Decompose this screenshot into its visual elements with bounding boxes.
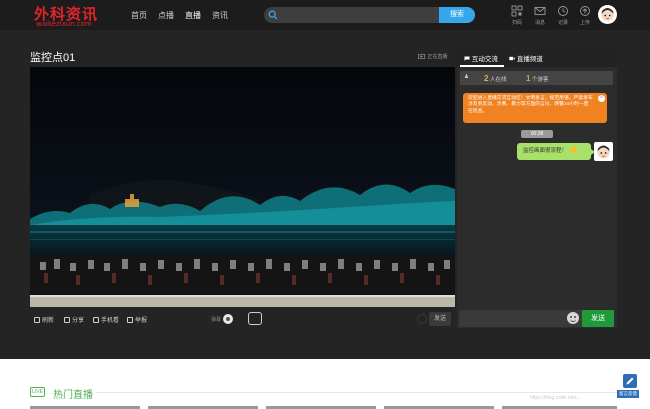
feedback-button[interactable] [623,374,637,388]
message-timestamp: 00:38 [521,130,553,138]
video-camera-icon [509,56,515,61]
mobile-icon [93,317,99,323]
live-status-icon [418,54,426,60]
report-button[interactable]: 举报 [127,315,147,324]
refresh-label: 刷新 [42,318,55,324]
search-icon [268,10,278,20]
header-tool-history[interactable]: 记录 [553,5,573,27]
section-divider [96,392,618,393]
tab-interaction-label: 互动交流 [471,56,498,63]
nav-item-home[interactable]: 首页 [131,10,147,21]
danmu-send-toggle[interactable] [417,314,427,324]
avatar-face-icon [601,8,614,21]
tab-live-channel-label: 直播频道 [516,56,543,63]
danmu-send-button[interactable]: 发送 [429,312,451,326]
chat-tabs: 互动交流 直播频道 [457,49,617,67]
chat-message-bubble: 监控画面很流程！ [517,143,595,160]
ok-emoji-icon [569,146,577,153]
chat-notice: 欢迎进入直播交流互动区！文明发言，规范用语，严禁发布涉及到反动、涉黄、暴力等方面… [463,93,607,123]
share-label: 分享 [72,318,85,324]
nav-item-live[interactable]: 直播 [185,10,201,21]
danmu-toggle[interactable] [223,314,233,324]
viewer-count-value: 1 [526,74,531,83]
live-video-player[interactable] [30,67,455,307]
live-badge-icon: LIVE [30,387,45,397]
search-button[interactable]: 搜索 [439,7,475,23]
avatar-face-icon [597,145,610,159]
chat-message-text: 监控画面很流程！ [523,148,568,154]
room-status: 正在直播 [418,53,447,60]
viewer-count: 1 个游客 [526,74,549,83]
mobile-watch-button[interactable]: 手机看 [93,315,119,324]
share-button[interactable]: 分享 [64,315,84,324]
header-tool-label: 上传 [579,20,590,26]
feedback-label[interactable]: 留言反馈 [617,390,639,398]
site-logo[interactable]: 外科资讯 waikezixun.com [34,3,106,28]
refresh-button[interactable]: 刷新 [34,315,54,324]
viewer-count-label: 个游客 [531,77,549,83]
danmu-label: 弹幕 [211,317,222,323]
mobile-label: 手机看 [101,318,120,324]
emoji-icon[interactable] [567,312,579,324]
report-label: 举报 [135,318,148,324]
chat-send-button[interactable]: 发送 [582,310,614,327]
logo-subtitle: waikezixun.com [36,20,92,28]
share-icon [64,317,70,323]
page-root: 外科资讯 waikezixun.com 首页 点播 直播 资讯 搜索 扫码 消息… [0,0,650,409]
user-count-icon: ♟ [464,74,469,80]
header-tool-label: 扫码 [511,20,522,26]
online-stats: ♟ 2 人在线 1 个游客 [460,71,613,85]
refresh-icon [34,317,40,323]
header-tool-scan[interactable]: 扫码 [507,5,527,27]
player-toolbar: 刷新 分享 手机看 举报 弹幕 发送 [30,310,455,328]
online-count-value: 2 [484,74,489,83]
mail-icon [534,7,546,15]
tab-interaction[interactable]: 互动交流 [464,53,498,63]
chat-panel: 互动交流 直播频道 ♟ 2 人在线 1 个游客 欢迎进入直播交流互动区！文明发言… [457,49,617,328]
nav-item-news[interactable]: 资讯 [212,10,228,21]
hot-live-title: 热门直播 [53,390,93,401]
notice-text: 欢迎进入直播交流互动区！文明发言，规范用语，严禁发布涉及到反动、涉黄、暴力等方面… [468,96,593,114]
chat-bubble-icon [464,56,470,61]
qrcode-icon [511,5,523,17]
report-icon [127,317,133,323]
online-count-label: 人在线 [489,77,507,83]
close-icon[interactable]: × [598,95,605,102]
room-status-text: 正在直播 [427,54,448,60]
header-tool-label: 消息 [534,20,545,26]
nav-item-vod[interactable]: 点播 [158,10,174,21]
watermark-text: https://blog.csdn.net/... [530,395,581,401]
active-tab-indicator [460,65,504,67]
top-header: 外科资讯 waikezixun.com 首页 点播 直播 资讯 搜索 扫码 消息… [0,0,650,31]
pencil-icon [626,377,634,385]
chat-user-avatar [594,142,613,161]
header-tool-label: 记录 [557,20,568,26]
header-tool-upload[interactable]: 上传 [575,5,595,27]
tab-live-channel[interactable]: 直播频道 [509,53,543,63]
upload-icon [580,6,590,16]
video-frame-image [30,67,455,307]
header-tool-message[interactable]: 消息 [530,5,550,27]
user-avatar[interactable] [598,5,617,24]
clock-icon [558,6,568,16]
room-title: 监控点01 [30,52,76,64]
online-count: 2 人在线 [484,74,507,83]
chat-input[interactable] [459,310,583,327]
danmu-settings-icon[interactable] [248,312,262,325]
